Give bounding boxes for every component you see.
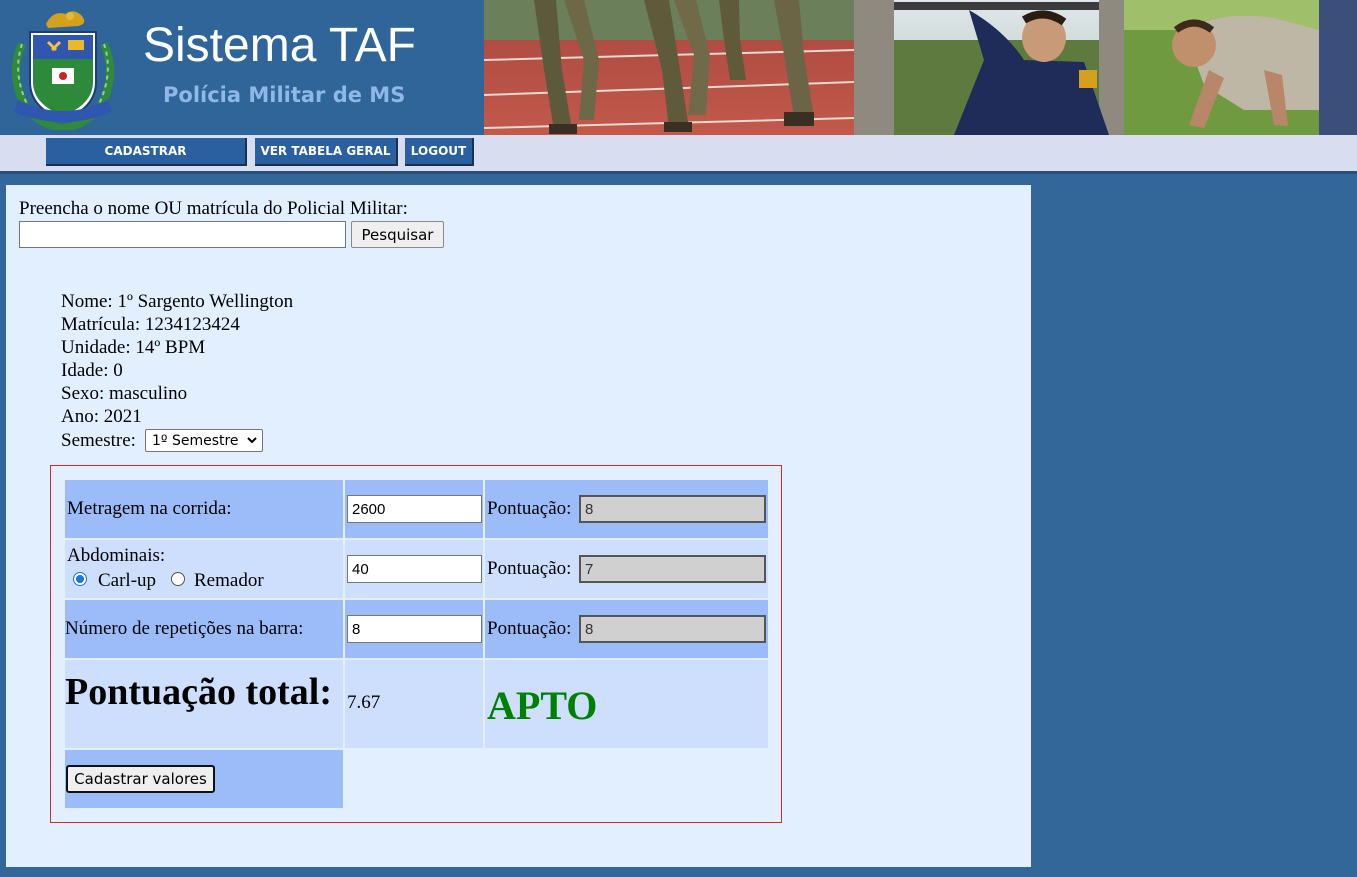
semestre-select[interactable]: 1º Semestre	[145, 429, 263, 452]
abdominais-pontuacao-label: Pontuação:	[487, 558, 572, 579]
nav-ver-tabela-geral-button[interactable]: VER TABELA GERAL	[255, 138, 398, 166]
search-button[interactable]: Pesquisar	[351, 221, 444, 248]
row-barra-score-cell: Pontuação:	[485, 600, 768, 658]
row-abdominais-label-cell: Abdominais: Carl-up Remador	[65, 540, 343, 598]
row-status-cell: APTO	[485, 660, 768, 748]
score-form: Metragem na corrida: Pontuação: Abdomina…	[50, 465, 782, 823]
row-corrida-input-cell	[345, 480, 483, 538]
row-abdominais-score-cell: Pontuação:	[485, 540, 768, 598]
row-barra-label-cell: Número de repetições na barra:	[65, 600, 343, 658]
abdominais-label: Abdominais:	[67, 545, 166, 566]
officer-name: Nome: 1º Sargento Wellington	[61, 291, 294, 312]
row-corrida-score-cell: Pontuação:	[485, 480, 768, 538]
header-banner-photo	[484, 0, 1319, 135]
row-total-label-cell: Pontuação total:	[65, 660, 343, 748]
officer-ano: Ano: 2021	[61, 406, 142, 427]
header-right-strip	[1319, 0, 1357, 135]
carl-up-label: Carl-up	[98, 570, 157, 591]
corrida-pontuacao-field	[579, 495, 766, 523]
corrida-input[interactable]	[347, 495, 482, 523]
cadastrar-valores-button[interactable]: Cadastrar valores	[66, 765, 215, 793]
barra-pontuacao-label: Pontuação:	[487, 618, 572, 639]
barra-input[interactable]	[347, 615, 482, 643]
row-barra-input-cell	[345, 600, 483, 658]
semestre-label: Semestre:	[61, 430, 136, 451]
pontuacao-total-value: 7.67	[347, 692, 381, 713]
app-title: Sistema TAF	[143, 19, 416, 72]
semestre-selected-value: 1º Semestre	[152, 432, 239, 449]
radio-remador[interactable]	[171, 572, 185, 586]
remador-label: Remador	[194, 570, 264, 591]
nav-logout-button[interactable]: LOGOUT	[405, 138, 474, 166]
row-submit-cell: Cadastrar valores	[65, 750, 343, 808]
abdominais-pontuacao-field	[579, 555, 766, 583]
radio-carl-up[interactable]	[73, 572, 87, 586]
officer-matricula: Matrícula: 1234123424	[61, 314, 240, 335]
row-abdominais-input-cell	[345, 540, 483, 598]
pontuacao-total-label: Pontuação total:	[65, 671, 333, 713]
header: Sistema TAF Polícia Militar de MS	[0, 0, 1357, 135]
status-apto: APTO	[487, 683, 598, 728]
row-corrida-label-cell: Metragem na corrida:	[65, 480, 343, 538]
officer-sexo: Sexo: masculino	[61, 383, 188, 404]
app-subtitle: Polícia Militar de MS	[163, 83, 406, 107]
corrida-label: Metragem na corrida:	[67, 498, 232, 519]
officer-unidade: Unidade: 14º BPM	[61, 337, 206, 358]
barra-pontuacao-field	[579, 615, 766, 643]
barra-label: Número de repetições na barra:	[65, 618, 304, 639]
search-label: Preencha o nome OU matrícula do Policial…	[19, 198, 408, 219]
search-input[interactable]	[19, 221, 346, 248]
pmms-crest-logo	[11, 11, 115, 130]
nav-cadastrar-button[interactable]: CADASTRAR	[46, 138, 247, 166]
navbar: CADASTRAR VER TABELA GERAL LOGOUT	[0, 135, 1357, 174]
main-panel: Preencha o nome OU matrícula do Policial…	[6, 185, 1031, 867]
row-total-value-cell: 7.67	[345, 660, 483, 748]
chevron-down-icon	[247, 437, 257, 444]
corrida-pontuacao-label: Pontuação:	[487, 498, 572, 519]
officer-idade: Idade: 0	[61, 360, 123, 381]
abdominais-input[interactable]	[347, 555, 482, 583]
